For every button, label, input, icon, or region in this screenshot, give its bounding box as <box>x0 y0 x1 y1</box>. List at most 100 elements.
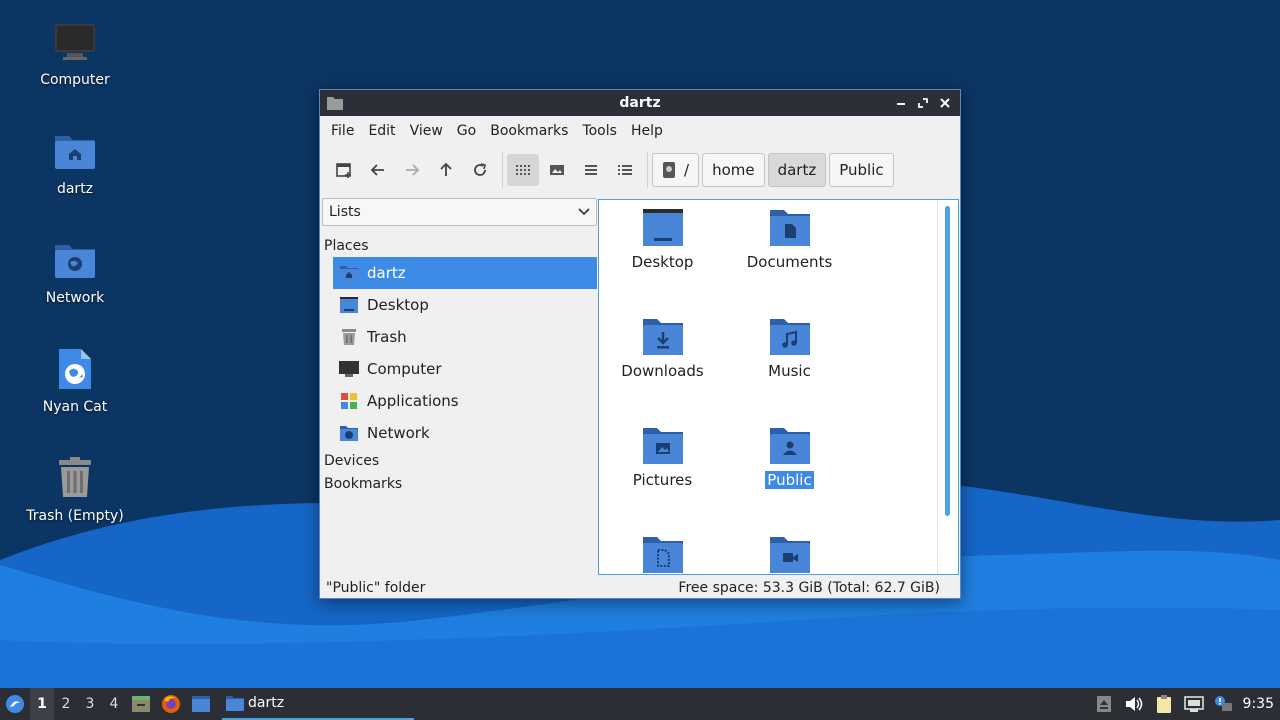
music-folder-icon <box>769 319 810 355</box>
window-titlebar[interactable]: dartz <box>320 90 960 116</box>
file-manager-launcher[interactable] <box>126 688 156 720</box>
applications-icon <box>339 391 359 411</box>
path-root-label: / <box>684 161 690 179</box>
toolbar: / home dartz Public <box>320 146 960 194</box>
place-computer[interactable]: Computer <box>333 353 597 385</box>
file-item[interactable]: Pictures <box>599 426 726 489</box>
home-folder-icon <box>51 127 99 175</box>
file-item[interactable]: Desktop <box>599 208 726 271</box>
file-item[interactable] <box>599 535 726 574</box>
menu-help[interactable]: Help <box>624 123 670 139</box>
start-menu-button[interactable] <box>0 688 30 720</box>
place-desktop[interactable]: Desktop <box>333 289 597 321</box>
list-detail-icon <box>618 165 632 175</box>
compact-view-button[interactable] <box>575 154 607 186</box>
file-name: Downloads <box>621 362 704 380</box>
task-button-dartz[interactable]: dartz <box>222 688 414 720</box>
desktop-icon <box>192 696 210 712</box>
place-label: Applications <box>367 392 459 410</box>
desktop-icon-computer[interactable]: Computer <box>20 18 130 88</box>
file-item[interactable]: Downloads <box>599 317 726 380</box>
update-notification-icon <box>1214 696 1232 711</box>
scrollbar-track <box>937 200 938 574</box>
network-wired-icon <box>1183 696 1204 712</box>
place-network[interactable]: Network <box>333 417 597 449</box>
menu-file[interactable]: File <box>324 123 361 139</box>
show-desktop-button[interactable] <box>186 688 216 720</box>
firefox-launcher[interactable] <box>156 688 186 720</box>
reload-icon <box>474 163 486 176</box>
place-trash[interactable]: Trash <box>333 321 597 353</box>
menu-view[interactable]: View <box>403 123 450 139</box>
file-item[interactable]: Documents <box>726 208 853 271</box>
eject-icon <box>1096 696 1111 712</box>
reload-button[interactable] <box>464 154 496 186</box>
file-name: Documents <box>746 253 833 271</box>
desktop-icon-trash[interactable]: Trash (Empty) <box>20 454 130 524</box>
clipboard-icon <box>1156 695 1171 713</box>
new-tab-button[interactable] <box>328 154 360 186</box>
path-root-button[interactable]: / <box>652 153 700 187</box>
volume-button[interactable] <box>1119 688 1149 720</box>
eject-button[interactable] <box>1089 688 1119 720</box>
detailed-view-button[interactable] <box>609 154 641 186</box>
desktop-icon-network[interactable]: Network <box>20 236 130 306</box>
path-segment-home[interactable]: home <box>702 153 765 187</box>
network-status-button[interactable] <box>1179 688 1209 720</box>
back-button[interactable] <box>362 154 394 186</box>
close-icon[interactable] <box>936 94 954 112</box>
path-segment-public[interactable]: Public <box>829 153 894 187</box>
bookmarks-heading[interactable]: Bookmarks <box>321 472 597 495</box>
arrow-up-icon <box>440 162 452 176</box>
menu-edit[interactable]: Edit <box>361 123 402 139</box>
file-name: Music <box>768 362 811 380</box>
desktop-icon-label: Network <box>45 290 105 306</box>
workspace-2[interactable]: 2 <box>54 688 78 720</box>
place-dartz[interactable]: dartz <box>333 257 597 289</box>
side-pane-mode-select[interactable]: Lists <box>322 198 597 226</box>
update-notifier-button[interactable] <box>1209 688 1239 720</box>
forward-button[interactable] <box>396 154 428 186</box>
devices-heading[interactable]: Devices <box>321 449 597 472</box>
system-tray: 9:35 <box>1089 688 1280 720</box>
file-item[interactable]: Music <box>726 317 853 380</box>
documents-folder-icon <box>769 210 810 246</box>
path-segment-dartz[interactable]: dartz <box>767 153 827 187</box>
workspace-3[interactable]: 3 <box>78 688 102 720</box>
up-button[interactable] <box>430 154 462 186</box>
status-free-space: Free space: 53.3 GiB (Total: 62.7 GiB) <box>678 580 940 596</box>
thumbnail-view-button[interactable] <box>541 154 573 186</box>
maximize-icon[interactable] <box>914 94 932 112</box>
image-icon <box>550 165 564 175</box>
window-title: dartz <box>619 95 661 111</box>
file-item-selected[interactable]: Public <box>726 426 853 489</box>
side-pane-mode-value: Lists <box>329 204 361 220</box>
menu-bookmarks[interactable]: Bookmarks <box>483 123 575 139</box>
clock[interactable]: 9:35 <box>1239 696 1280 712</box>
menu-tools[interactable]: Tools <box>575 123 624 139</box>
place-label: dartz <box>367 264 406 282</box>
place-label: Desktop <box>367 296 429 314</box>
drive-icon <box>663 162 675 178</box>
desktop-icon-label: Computer <box>40 72 110 88</box>
workspace-1[interactable]: 1 <box>30 688 54 720</box>
grid-view-icon <box>516 165 530 175</box>
downloads-folder-icon <box>642 319 683 355</box>
workspace-4[interactable]: 4 <box>102 688 126 720</box>
icon-view-button[interactable] <box>507 154 539 186</box>
file-item[interactable] <box>726 535 853 574</box>
file-name: Desktop <box>631 253 694 271</box>
minimize-icon[interactable] <box>892 94 910 112</box>
clipboard-button[interactable] <box>1149 688 1179 720</box>
place-label: Computer <box>367 360 442 378</box>
desktop-icon-label: Trash (Empty) <box>26 508 124 524</box>
toolbar-separator <box>647 152 648 188</box>
places-heading[interactable]: Places <box>321 234 597 257</box>
menu-go[interactable]: Go <box>450 123 483 139</box>
vertical-scrollbar[interactable] <box>945 206 950 516</box>
file-view[interactable]: Desktop Documents Downloads Music Pictur… <box>598 199 959 575</box>
desktop-icon-nyan-cat[interactable]: Nyan Cat <box>20 345 130 415</box>
desktop-icon-home[interactable]: dartz <box>20 127 130 197</box>
place-applications[interactable]: Applications <box>333 385 597 417</box>
computer-icon <box>339 359 359 379</box>
